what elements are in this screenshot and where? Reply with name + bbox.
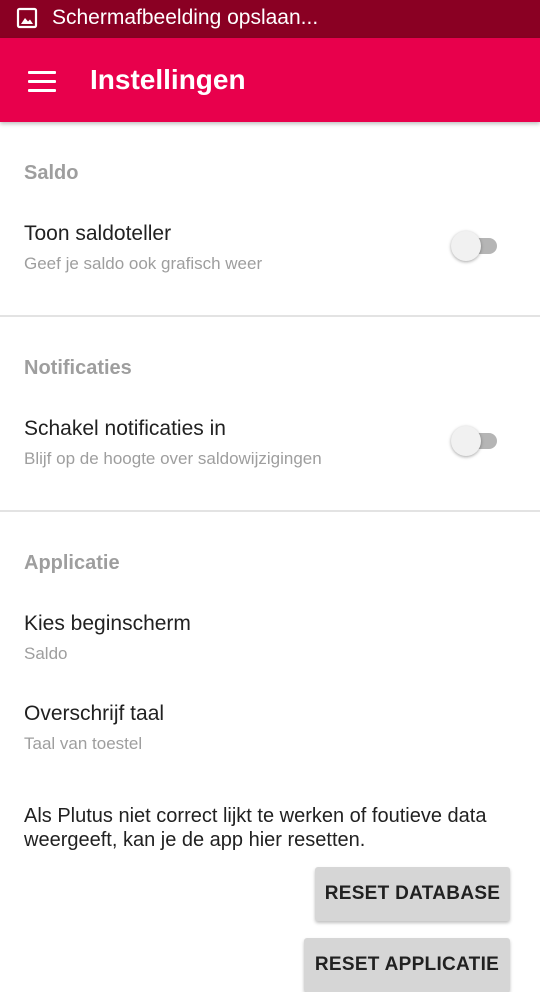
pref-title: Toon saldoteller (24, 222, 172, 245)
pref-title: Overschrijf taal (24, 702, 165, 725)
reset-application-button[interactable]: RESET APPLICATIE (304, 938, 510, 992)
pref-summary: Blijf op de hoogte over saldowijzigingen (24, 449, 322, 468)
notifications-toggle[interactable] (451, 426, 499, 456)
reset-info-text: Als Plutus niet correct lijkt te werken … (24, 805, 487, 851)
pref-override-language[interactable]: Overschrijf taal Taal van toestel (0, 701, 540, 757)
pref-start-screen[interactable]: Kies beginscherm Saldo (0, 611, 540, 667)
status-notification-text: Schermafbeelding opslaan... (52, 6, 319, 29)
reset-database-button[interactable]: RESET DATABASE (315, 867, 510, 921)
page-title: Instellingen (90, 64, 246, 95)
menu-button[interactable] (12, 56, 72, 104)
pref-summary: Taal van toestel (24, 734, 143, 753)
pref-title: Kies beginscherm (24, 612, 191, 635)
balance-counter-toggle[interactable] (451, 231, 499, 261)
section-header-saldo: Saldo (24, 162, 79, 184)
image-icon (16, 7, 38, 29)
toggle-thumb (451, 426, 481, 456)
pref-summary: Saldo (24, 644, 68, 663)
pref-summary: Geef je saldo ook grafisch weer (24, 254, 263, 273)
divider (0, 510, 540, 512)
status-bar: Schermafbeelding opslaan... (0, 0, 540, 38)
toggle-thumb (451, 231, 481, 261)
section-header-application: Applicatie (24, 552, 120, 574)
divider (0, 315, 540, 317)
pref-title: Schakel notificaties in (24, 417, 226, 440)
section-header-notifications: Notificaties (24, 357, 132, 379)
app-bar: Instellingen (0, 38, 540, 122)
